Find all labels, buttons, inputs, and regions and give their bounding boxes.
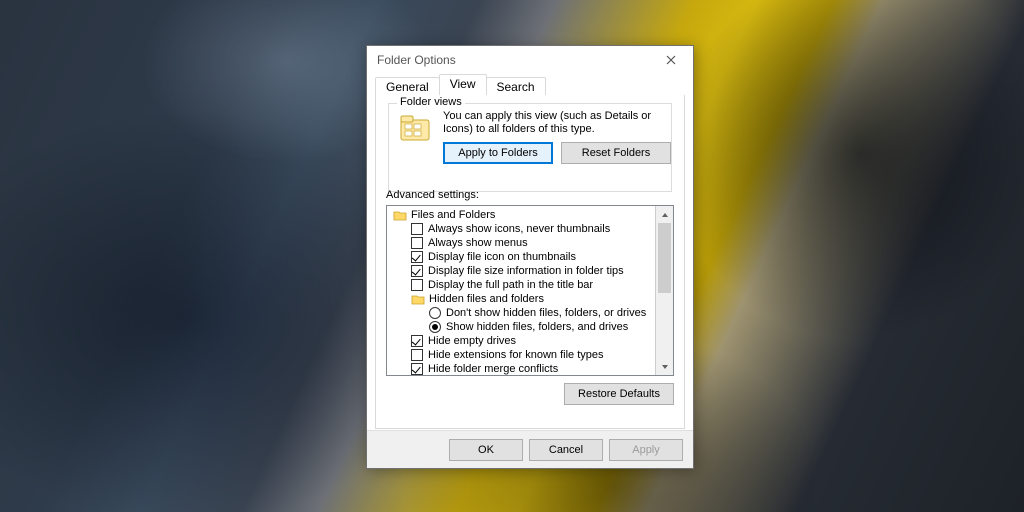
- checkbox[interactable]: [411, 223, 423, 235]
- reset-folders-button[interactable]: Reset Folders: [561, 142, 671, 164]
- tree-root-label: Files and Folders: [411, 208, 495, 222]
- advanced-settings-label: Advanced settings:: [386, 189, 479, 201]
- tree-item[interactable]: Hide extensions for known file types: [389, 348, 656, 362]
- tree-item-label: Hide folder merge conflicts: [428, 362, 558, 376]
- scrollbar[interactable]: [655, 206, 673, 375]
- folder-views-text: You can apply this view (such as Details…: [443, 110, 663, 136]
- tree-item[interactable]: Hide folder merge conflicts: [389, 362, 656, 376]
- radio[interactable]: [429, 321, 441, 333]
- tree-item[interactable]: Display file icon on thumbnails: [389, 250, 656, 264]
- tree-item-label: Display file size information in folder …: [428, 264, 624, 278]
- advanced-settings-tree: Files and Folders Always show icons, nev…: [389, 208, 656, 373]
- apply-to-folders-button[interactable]: Apply to Folders: [443, 142, 553, 164]
- tree-item[interactable]: Hidden files and folders: [389, 292, 656, 306]
- ok-button[interactable]: OK: [449, 439, 523, 461]
- tree-item-label: Display the full path in the title bar: [428, 278, 593, 292]
- tab-panel-view: Folder views You can apply this view (su…: [375, 95, 685, 429]
- tree-item-label: Hide extensions for known file types: [428, 348, 603, 362]
- folder-icon: [411, 294, 425, 305]
- tree-item-label: Hidden files and folders: [429, 292, 544, 306]
- folder-views-group: Folder views You can apply this view (su…: [388, 103, 672, 192]
- folder-views-icon: [399, 114, 433, 144]
- tree-item[interactable]: Show hidden files, folders, and drives: [389, 320, 656, 334]
- tree-item-label: Don't show hidden files, folders, or dri…: [446, 306, 646, 320]
- titlebar[interactable]: Folder Options: [367, 46, 693, 74]
- radio[interactable]: [429, 307, 441, 319]
- tree-item[interactable]: Always show icons, never thumbnails: [389, 222, 656, 236]
- folder-options-dialog: Folder Options General View Search Folde…: [366, 45, 694, 469]
- tree-item[interactable]: Display file size information in folder …: [389, 264, 656, 278]
- scroll-up-button[interactable]: [656, 206, 673, 223]
- checkbox[interactable]: [411, 265, 423, 277]
- tree-item[interactable]: Display the full path in the title bar: [389, 278, 656, 292]
- checkbox[interactable]: [411, 279, 423, 291]
- dialog-title: Folder Options: [377, 53, 456, 67]
- dialog-button-row: OK Cancel Apply: [367, 430, 693, 468]
- restore-defaults-button[interactable]: Restore Defaults: [564, 383, 674, 405]
- apply-button[interactable]: Apply: [609, 439, 683, 461]
- tab-general[interactable]: General: [375, 77, 440, 95]
- tree-item-label: Always show menus: [428, 236, 528, 250]
- scroll-thumb[interactable]: [658, 223, 671, 293]
- tab-strip: General View Search: [375, 74, 685, 96]
- tree-item-label: Always show icons, never thumbnails: [428, 222, 610, 236]
- tab-search[interactable]: Search: [486, 77, 546, 95]
- checkbox[interactable]: [411, 349, 423, 361]
- tree-item-label: Show hidden files, folders, and drives: [446, 320, 628, 334]
- tree-item-label: Hide empty drives: [428, 334, 516, 348]
- scroll-down-button[interactable]: [656, 358, 673, 375]
- folder-icon: [393, 210, 407, 221]
- checkbox[interactable]: [411, 237, 423, 249]
- tree-item[interactable]: Always show menus: [389, 236, 656, 250]
- cancel-button[interactable]: Cancel: [529, 439, 603, 461]
- close-icon: [666, 55, 676, 65]
- tree-root-files-and-folders[interactable]: Files and Folders: [389, 208, 656, 222]
- tree-item-label: Display file icon on thumbnails: [428, 250, 576, 264]
- checkbox[interactable]: [411, 251, 423, 263]
- checkbox[interactable]: [411, 363, 423, 375]
- checkbox[interactable]: [411, 335, 423, 347]
- close-button[interactable]: [649, 46, 693, 74]
- tab-view[interactable]: View: [439, 74, 487, 95]
- tree-item[interactable]: Hide empty drives: [389, 334, 656, 348]
- advanced-settings-listbox[interactable]: Files and Folders Always show icons, nev…: [386, 205, 674, 376]
- tree-item[interactable]: Don't show hidden files, folders, or dri…: [389, 306, 656, 320]
- folder-views-legend: Folder views: [397, 96, 465, 108]
